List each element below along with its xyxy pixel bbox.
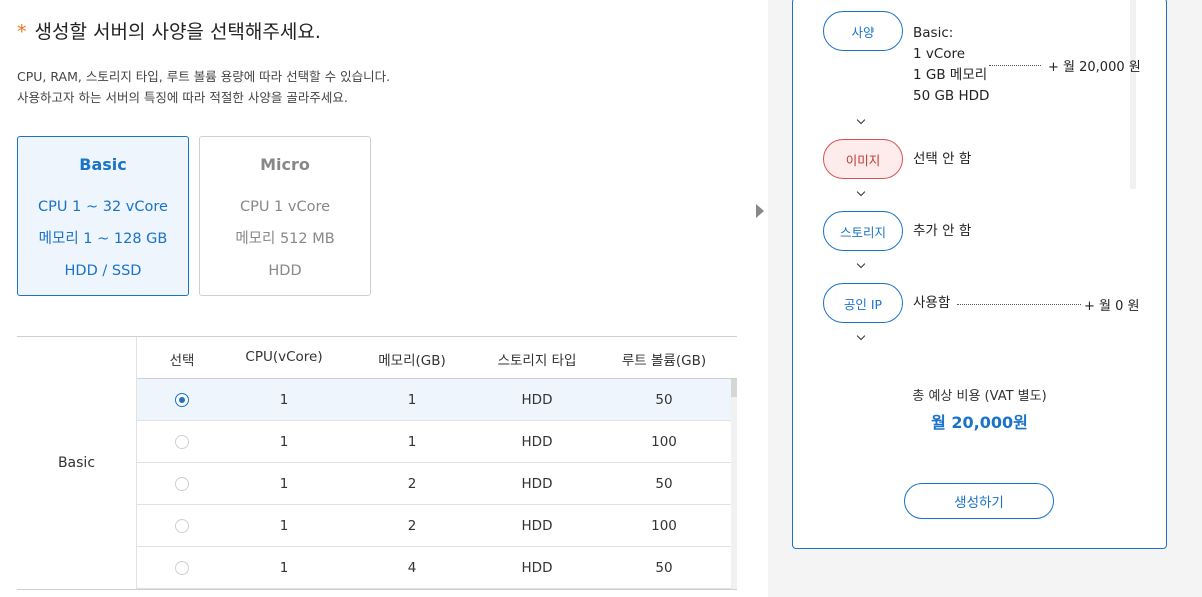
section-description: CPU, RAM, 스토리지 타입, 루트 볼륨 용량에 따라 선택할 수 있습… bbox=[17, 66, 390, 108]
spec-line: 1 GB 메모리 bbox=[913, 67, 988, 83]
scrollbar-thumb[interactable] bbox=[731, 379, 737, 397]
cell-cpu: 1 bbox=[279, 476, 289, 492]
cell-root-volume: 100 bbox=[651, 518, 677, 534]
cell-memory: 1 bbox=[407, 392, 417, 408]
summary-image-value: 선택 안 함 bbox=[913, 151, 972, 167]
summary-spec-price: + 월 20,000 원 bbox=[1048, 60, 1141, 75]
total-cost-label: 총 예상 비용 (VAT 별도) bbox=[912, 389, 1047, 404]
chevron-down-icon bbox=[857, 261, 867, 271]
spec-table: Basic 선택 CPU(vCore) 메모리(GB) 스토리지 타입 루트 볼… bbox=[17, 336, 737, 597]
row-radio[interactable] bbox=[175, 393, 189, 407]
summary-storage-value: 추가 안 함 bbox=[913, 223, 972, 239]
cell-cpu: 1 bbox=[279, 434, 289, 450]
cell-root-volume: 50 bbox=[655, 476, 673, 492]
description-line-2: 사용하고자 하는 서버의 특징에 따라 적절한 사양을 골라주세요. bbox=[17, 90, 348, 105]
card-cpu: CPU 1 ~ 32 vCore bbox=[38, 199, 168, 215]
card-storage: HDD bbox=[268, 263, 302, 279]
card-cpu: CPU 1 vCore bbox=[239, 199, 331, 215]
row-radio[interactable] bbox=[175, 561, 189, 575]
chevron-down-icon bbox=[857, 333, 867, 343]
cell-storage: HDD bbox=[521, 476, 553, 492]
card-title: Basic bbox=[79, 155, 127, 174]
summary-public-ip-price: + 월 0 원 bbox=[1084, 299, 1140, 314]
cell-storage: HDD bbox=[521, 518, 553, 534]
header-cpu: CPU(vCore) bbox=[245, 349, 323, 365]
cell-memory: 1 bbox=[407, 434, 417, 450]
cell-root-volume: 100 bbox=[651, 434, 677, 450]
table-body: 1 1 HDD 50 1 1 HDD 100 1 2 HDD 50 1 2 HDD 100 1 4 HDD 50 bbox=[137, 379, 731, 589]
summary-panel: 사양 Basic: 1 vCore 1 GB 메모리 50 GB HDD + 월… bbox=[792, 0, 1167, 549]
cell-storage: HDD bbox=[521, 392, 553, 408]
cell-memory: 2 bbox=[407, 518, 417, 534]
spec-line: 50 GB HDD bbox=[913, 88, 990, 104]
spec-card-micro[interactable]: Micro CPU 1 vCore 메모리 512 MB HDD bbox=[199, 136, 371, 296]
cell-root-volume: 50 bbox=[655, 560, 673, 576]
spec-selection-area: * 생성할 서버의 사양을 선택해주세요. CPU, RAM, 스토리지 타입, … bbox=[0, 0, 768, 597]
total-cost-value: 월 20,000원 bbox=[931, 413, 1028, 432]
create-button[interactable]: 생성하기 bbox=[904, 483, 1054, 519]
spec-line: 1 vCore bbox=[913, 46, 966, 62]
price-leader bbox=[957, 304, 1081, 305]
row-radio[interactable] bbox=[175, 435, 189, 449]
card-memory: 메모리 1 ~ 128 GB bbox=[38, 231, 168, 247]
required-mark: * bbox=[17, 21, 27, 43]
card-memory: 메모리 512 MB bbox=[235, 231, 335, 247]
header-select: 선택 bbox=[169, 353, 195, 369]
table-header: 선택 CPU(vCore) 메모리(GB) 스토리지 타입 루트 볼륨(GB) bbox=[137, 337, 737, 379]
collapse-arrow-icon[interactable] bbox=[756, 204, 764, 218]
panel-scrollbar[interactable] bbox=[1130, 0, 1136, 189]
summary-step-spec[interactable]: 사양 bbox=[823, 11, 903, 51]
cell-storage: HDD bbox=[521, 560, 553, 576]
table-bottom-border bbox=[17, 589, 737, 590]
spec-card-basic[interactable]: Basic CPU 1 ~ 32 vCore 메모리 1 ~ 128 GB HD… bbox=[17, 136, 189, 296]
summary-step-image[interactable]: 이미지 bbox=[823, 139, 903, 179]
spec-line: Basic: bbox=[913, 25, 954, 41]
header-root-volume: 루트 볼륨(GB) bbox=[621, 353, 707, 369]
cell-root-volume: 50 bbox=[655, 392, 673, 408]
table-row[interactable]: 1 2 HDD 50 bbox=[137, 463, 731, 505]
table-row[interactable]: 1 1 HDD 50 bbox=[137, 379, 731, 421]
cell-cpu: 1 bbox=[279, 518, 289, 534]
cell-cpu: 1 bbox=[279, 560, 289, 576]
cell-cpu: 1 bbox=[279, 392, 289, 408]
header-memory: 메모리(GB) bbox=[378, 353, 446, 369]
heading-text: 생성할 서버의 사양을 선택해주세요. bbox=[34, 21, 321, 43]
cell-memory: 4 bbox=[407, 560, 417, 576]
summary-step-public-ip[interactable]: 공인 IP bbox=[823, 283, 903, 323]
section-heading: * 생성할 서버의 사양을 선택해주세요. bbox=[17, 17, 321, 44]
table-row[interactable]: 1 4 HDD 50 bbox=[137, 547, 731, 589]
table-row[interactable]: 1 2 HDD 100 bbox=[137, 505, 731, 547]
summary-step-storage[interactable]: 스토리지 bbox=[823, 211, 903, 251]
cell-memory: 2 bbox=[407, 476, 417, 492]
summary-spec-details: Basic: 1 vCore 1 GB 메모리 50 GB HDD bbox=[913, 23, 989, 107]
table-scrollbar[interactable] bbox=[731, 379, 737, 590]
table-group-label: Basic bbox=[17, 337, 137, 590]
row-radio[interactable] bbox=[175, 519, 189, 533]
chevron-down-icon bbox=[857, 189, 867, 199]
table-row[interactable]: 1 1 HDD 100 bbox=[137, 421, 731, 463]
row-radio[interactable] bbox=[175, 477, 189, 491]
description-line-1: CPU, RAM, 스토리지 타입, 루트 볼륨 용량에 따라 선택할 수 있습… bbox=[17, 69, 391, 84]
header-storage: 스토리지 타입 bbox=[497, 353, 577, 369]
card-title: Micro bbox=[260, 155, 310, 174]
summary-public-ip-value: 사용함 bbox=[913, 295, 951, 311]
card-storage: HDD / SSD bbox=[64, 263, 142, 279]
price-leader bbox=[989, 65, 1041, 66]
cell-storage: HDD bbox=[521, 434, 553, 450]
chevron-down-icon bbox=[857, 117, 867, 127]
